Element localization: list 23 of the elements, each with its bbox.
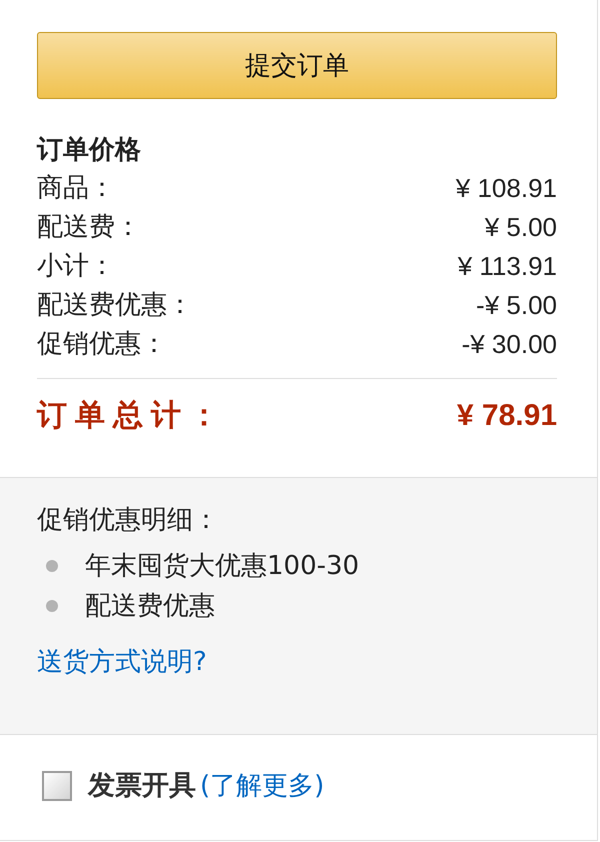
delivery-info-link[interactable]: 送货方式说明?: [37, 642, 207, 682]
promotion-item: 配送费优惠: [85, 590, 215, 623]
order-total-value: ¥ 78.91: [456, 398, 557, 434]
section-title: 订单价格: [37, 134, 142, 167]
promotion-item: 年末囤货大优惠100-30: [85, 550, 360, 583]
price-label: 商品：: [37, 172, 115, 205]
price-value: ¥ 5.00: [484, 211, 557, 244]
bullet-dot-icon: [46, 560, 58, 572]
price-label: 配送费：: [37, 211, 141, 244]
invoice-label: 发票开具: [88, 768, 196, 802]
price-value: -¥ 5.00: [476, 289, 557, 322]
price-value: -¥ 30.00: [462, 328, 557, 361]
price-label: 小计：: [37, 250, 115, 283]
promotion-title: 促销优惠明细：: [37, 504, 220, 537]
submit-order-button[interactable]: 提交订单: [37, 32, 557, 99]
price-value: ¥ 113.91: [458, 250, 557, 283]
learn-more-link[interactable]: (了解更多): [200, 766, 324, 806]
price-label: 配送费优惠：: [37, 289, 193, 322]
order-total-label: 订单总计：: [37, 397, 227, 435]
bullet-dot-icon: [46, 600, 58, 612]
price-value: ¥ 108.91: [456, 172, 557, 205]
price-label: 促销优惠：: [37, 328, 167, 361]
invoice-checkbox[interactable]: [42, 770, 72, 800]
